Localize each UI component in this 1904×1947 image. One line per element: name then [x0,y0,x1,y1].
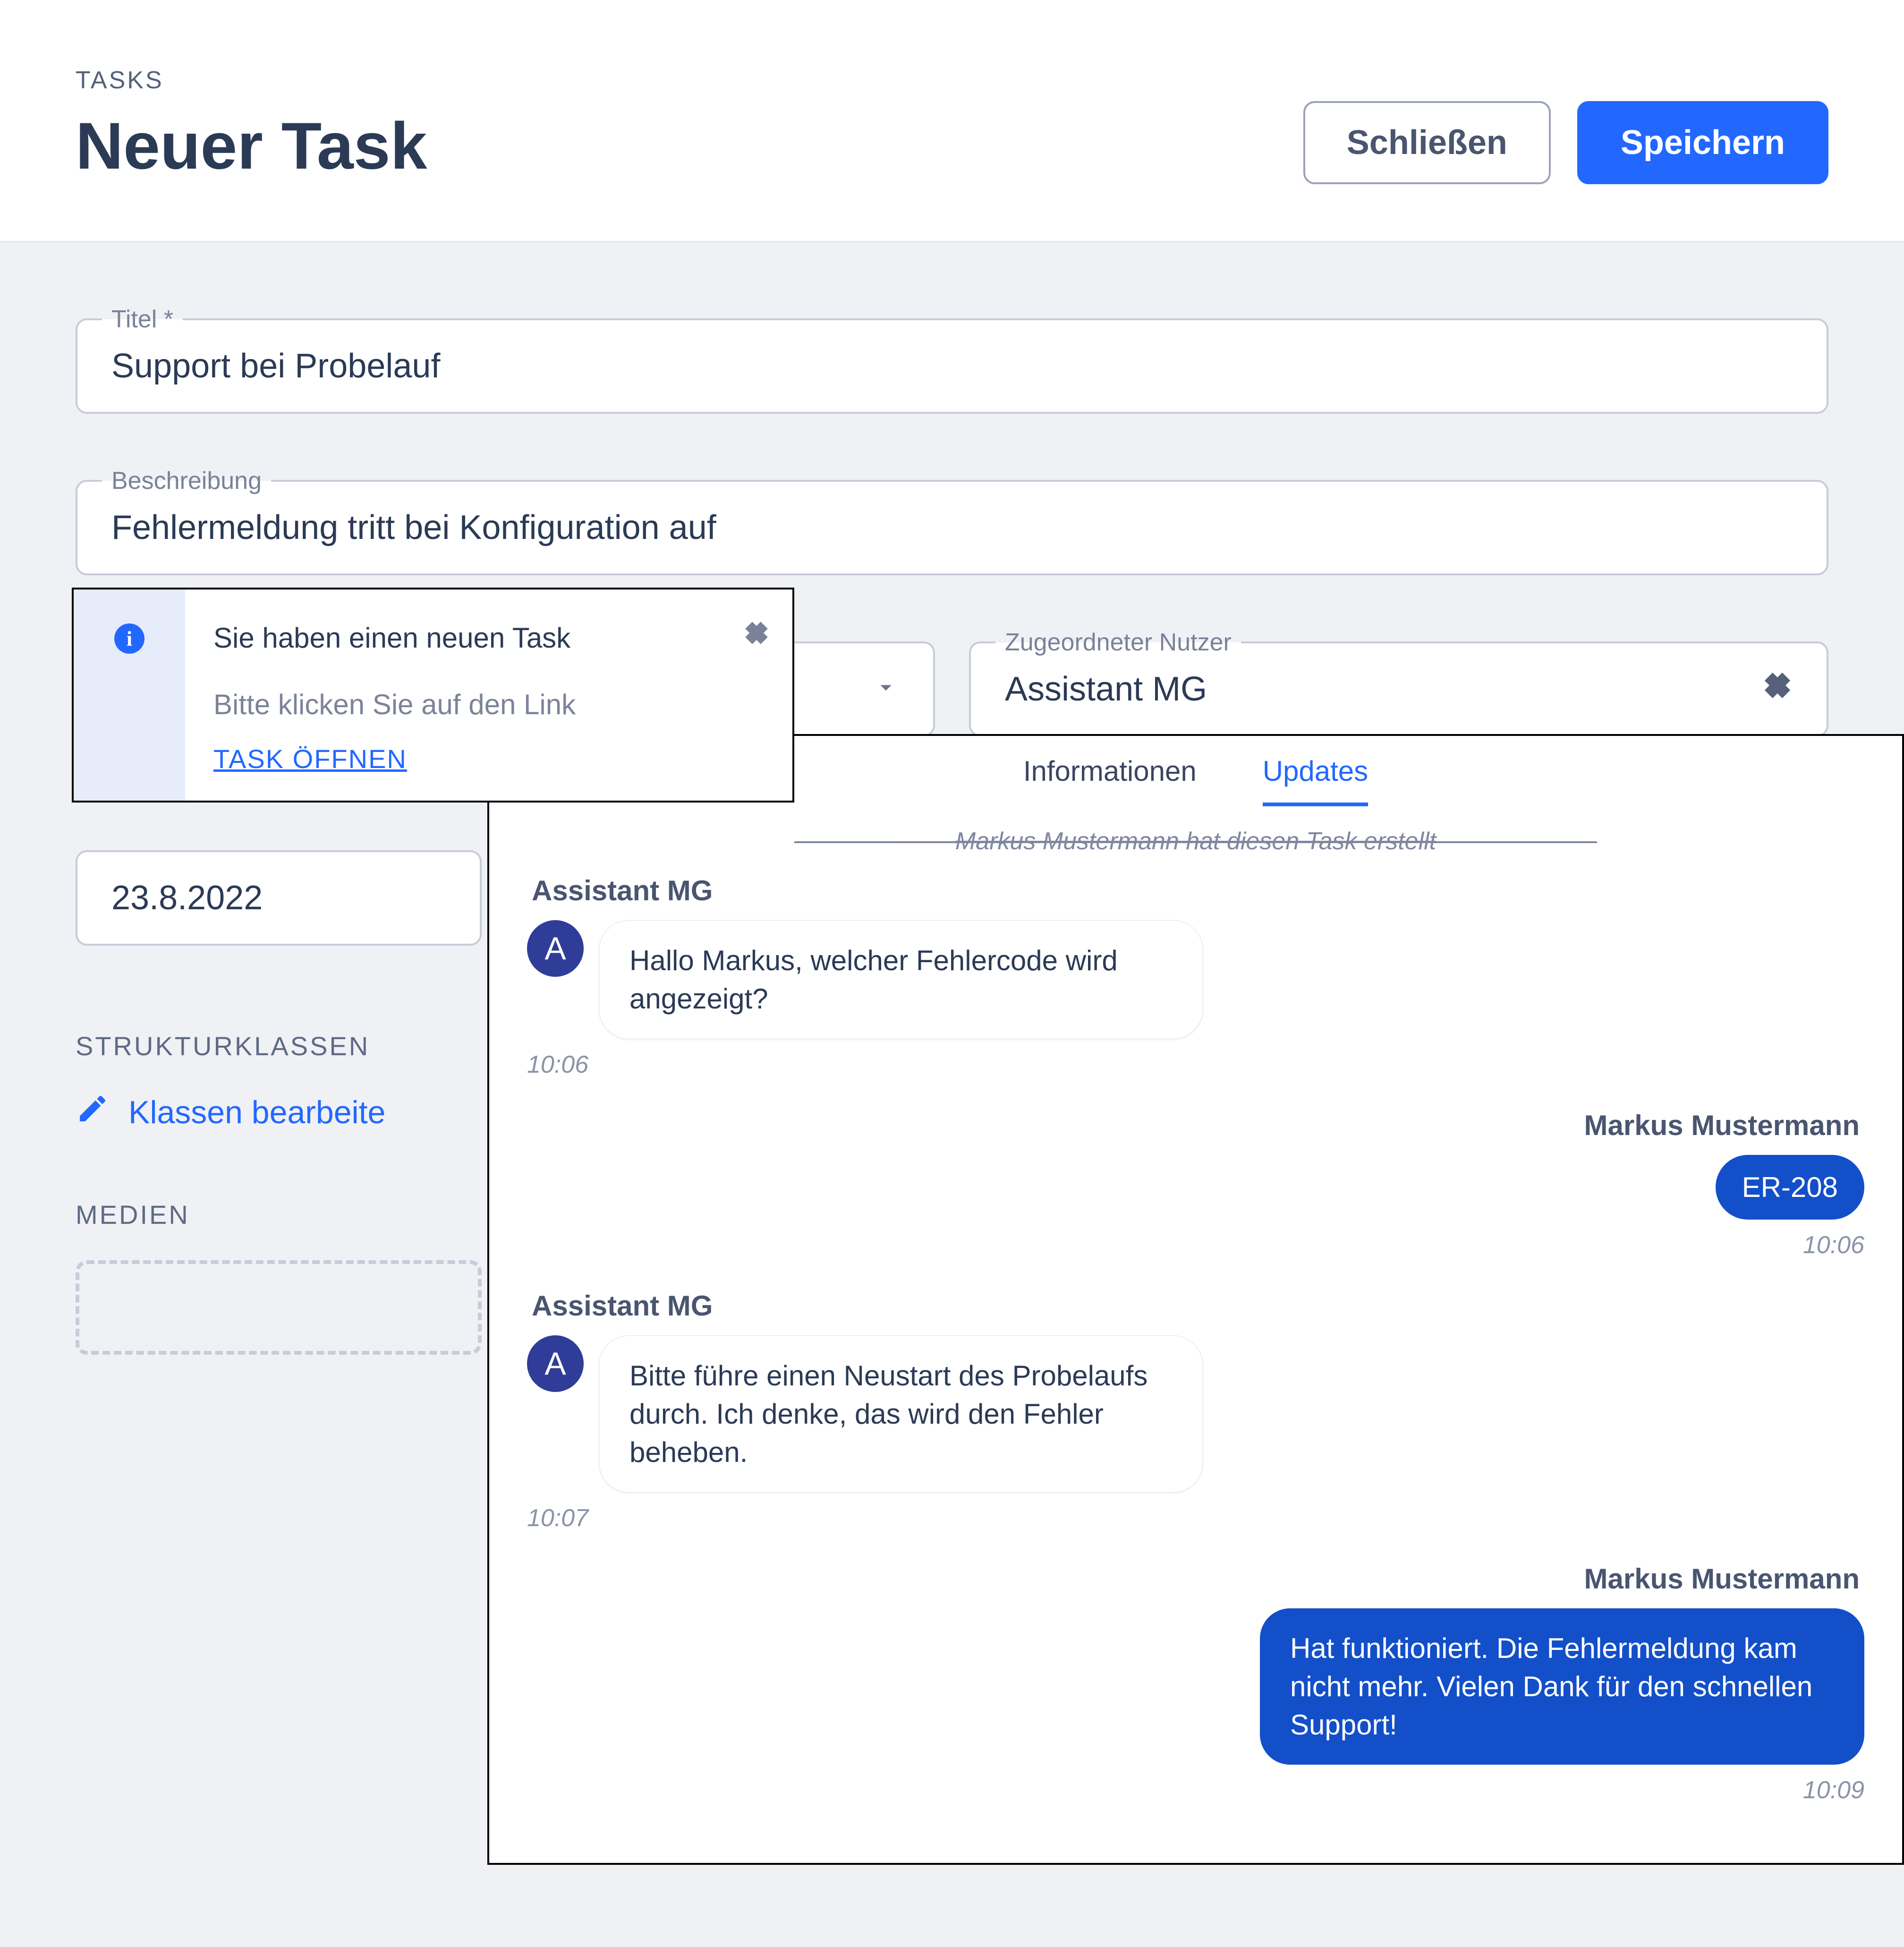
chat-bubble: Bitte führe einen Neustart des Probelauf… [599,1335,1203,1493]
pencil-icon [76,1092,110,1133]
avatar: A [527,1335,584,1392]
chat-author: Assistant MG [532,874,1864,907]
edit-classes-button[interactable]: Klassen bearbeite [76,1092,501,1133]
chat-author: Markus Mustermann [532,1109,1860,1142]
description-label: Beschreibung [102,467,271,495]
chat-bubble: ER-208 [1716,1155,1864,1220]
chat-messages: Assistant MG A Hallo Markus, welcher Fehle… [527,874,1864,1804]
chat-row: ER-208 [527,1155,1864,1220]
toast-title: Sie haben einen neuen Task [213,622,764,654]
edit-classes-label: Klassen bearbeite [128,1094,385,1131]
assigned-user-value: Assistant MG [1005,670,1207,709]
description-input[interactable] [76,480,1828,575]
date-value: 23.8.2022 [111,879,263,917]
description-field: Beschreibung [76,480,1828,575]
date-input[interactable]: 23.8.2022 [76,850,482,946]
chat-panel: Informationen Updates Markus Mustermann … [487,734,1904,1865]
page-title: Neuer Task [76,108,427,184]
assigned-user-label: Zugeordneter Nutzer [995,628,1241,657]
tab-info[interactable]: Informationen [1023,755,1197,806]
save-button[interactable]: Speichern [1577,101,1828,184]
clear-icon[interactable] [1762,670,1793,709]
header-left: TASKS Neuer Task [76,66,427,184]
title-field: Titel * [76,318,1828,414]
close-button[interactable]: Schließen [1303,101,1551,184]
new-task-toast: i Sie haben einen neuen Task Bitte klick… [72,588,794,803]
chat-message: Markus Mustermann Hat funktioniert. Die F… [527,1563,1864,1804]
media-dropzone[interactable] [76,1260,482,1355]
assigned-user-field: Zugeordneter Nutzer Assistant MG [969,641,1828,737]
chat-system-line: Markus Mustermann hat diesen Task erstel… [527,827,1864,855]
chat-row: Hat funktioniert. Die Fehlermeldung kam … [527,1608,1864,1765]
chat-message: Assistant MG A Bitte führe einen Neustart … [527,1289,1864,1532]
info-icon: i [114,623,144,654]
section-heading-struct: STRUKTURKLASSEN [76,1031,501,1061]
chat-body: Markus Mustermann hat diesen Task erstel… [489,806,1902,1863]
chat-row: A Bitte führe einen Neustart des Probelau… [527,1335,1864,1493]
chat-bubble: Hallo Markus, welcher Fehlercode wird an… [599,920,1203,1039]
chat-message: Markus Mustermann ER-208 10:06 [527,1109,1864,1259]
title-label: Titel * [102,305,183,333]
chat-timestamp: 10:06 [527,1050,1864,1079]
chat-timestamp: 10:07 [527,1504,1864,1532]
toast-subtitle: Bitte klicken Sie auf den Link [213,688,764,721]
toast-open-link[interactable]: TASK ÖFFNEN [213,743,764,774]
title-input[interactable] [76,318,1828,414]
chat-timestamp: 10:09 [527,1776,1864,1804]
chevron-down-icon [873,670,899,709]
chat-author: Assistant MG [532,1289,1864,1322]
chat-author: Markus Mustermann [532,1563,1860,1595]
breadcrumb: TASKS [76,66,427,94]
date-field: 23.8.2022 [76,850,482,946]
chat-message: Assistant MG A Hallo Markus, welcher Fehle… [527,874,1864,1079]
avatar: A [527,920,584,977]
tab-updates[interactable]: Updates [1263,755,1368,806]
form-area: Titel * Beschreibung Zugeordneter Nutzer… [0,243,1904,1355]
header-actions: Schließen Speichern [1303,101,1828,184]
toast-close-icon[interactable] [743,620,770,646]
chat-timestamp: 10:06 [527,1231,1864,1259]
toast-stripe: i [74,589,185,801]
section-heading-medien: MEDIEN [76,1199,501,1230]
left-rail: STRUKTURKLASSEN Klassen bearbeite MEDIEN [76,1031,501,1355]
toast-body: Sie haben einen neuen Task Bitte klicken… [185,589,792,801]
page-header: TASKS Neuer Task Schließen Speichern [0,0,1904,243]
chat-bubble: Hat funktioniert. Die Fehlermeldung kam … [1260,1608,1864,1765]
chat-row: A Hallo Markus, welcher Fehlercode wird a… [527,920,1864,1039]
